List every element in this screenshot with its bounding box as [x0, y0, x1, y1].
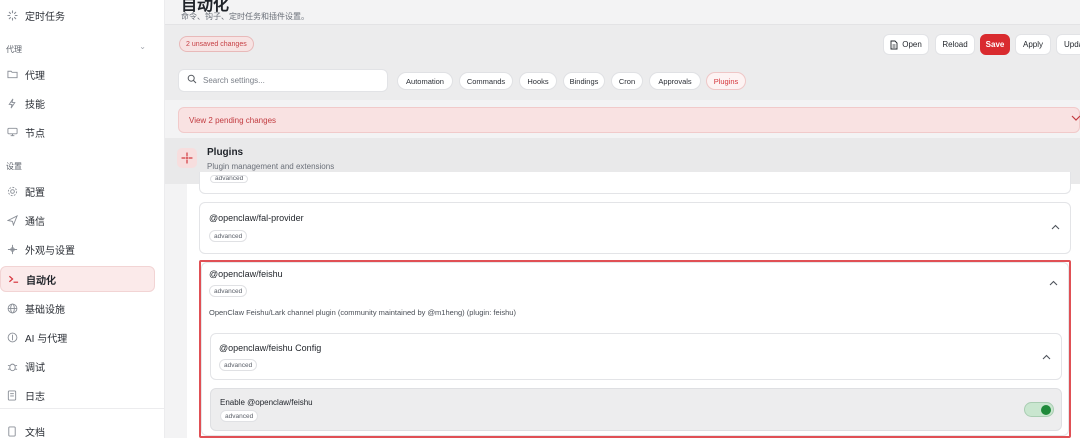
sidebar-item-ai-agents[interactable]: AI 与代理 — [0, 324, 165, 350]
toolbar: 2 unsaved changes Open Reload Save Apply… — [165, 24, 1080, 100]
lightning-icon — [6, 97, 18, 109]
pending-changes-label: View 2 pending changes — [189, 115, 277, 125]
main-panel: 自动化 命令、钩子、定时任务和插件设置。 2 unsaved changes O… — [165, 0, 1080, 438]
gear-icon — [6, 185, 18, 197]
section-subtitle: Plugin management and extensions — [207, 162, 335, 171]
monitor-icon — [6, 126, 18, 138]
sidebar-item-nodes[interactable]: 节点 — [0, 119, 165, 145]
sidebar-section-settings: 设置 — [6, 162, 22, 171]
terminal-icon — [7, 273, 19, 285]
advanced-badge: advanced — [210, 175, 249, 183]
sidebar-item-infrastructure[interactable]: 基础设施 — [0, 295, 165, 321]
sidebar-item-debug[interactable]: 调试 — [0, 353, 165, 379]
section-title: Plugins — [207, 147, 244, 158]
file-icon — [890, 40, 898, 50]
sidebar-item-label: 通信 — [25, 216, 45, 228]
loader-icon — [6, 9, 18, 21]
search-placeholder: Search settings... — [203, 76, 265, 85]
sidebar-item-communication[interactable]: 通信 — [0, 207, 165, 233]
sidebar-item-logs[interactable]: 日志 — [0, 382, 165, 408]
reload-button[interactable]: Reload — [935, 34, 975, 55]
search-input[interactable]: Search settings... — [178, 69, 388, 92]
sidebar-item-label: 节点 — [25, 128, 45, 140]
sidebar-item-label: 文档 — [25, 427, 45, 438]
update-button[interactable]: Update — [1056, 34, 1080, 55]
app-window: 定时任务 代理 ⌄ 代理 技能 节点 设置 配置 通信 外观与设置 自动化 基础… — [0, 0, 1080, 438]
open-button[interactable]: Open — [883, 34, 929, 55]
open-button-label: Open — [902, 40, 922, 49]
sidebar-item-docs[interactable]: 文档 — [0, 418, 165, 438]
plug-icon — [177, 148, 197, 168]
sparkle-icon — [6, 243, 18, 255]
send-icon — [6, 214, 18, 226]
sidebar-item-label: 日志 — [25, 391, 45, 403]
sidebar-item-cron[interactable]: 定时任务 — [0, 2, 165, 28]
sidebar-item-skills[interactable]: 技能 — [0, 90, 165, 116]
sidebar-item-label: 自动化 — [26, 275, 56, 287]
page-subtitle: 命令、钩子、定时任务和插件设置。 — [181, 12, 309, 21]
sidebar-item-appearance[interactable]: 外观与设置 — [0, 236, 165, 262]
sidebar-item-label: 配置 — [25, 187, 45, 199]
tab-approvals[interactable]: Approvals — [649, 72, 701, 90]
sidebar-divider — [0, 408, 165, 409]
globe-icon — [6, 302, 18, 314]
sidebar-item-agents[interactable]: 代理 — [0, 61, 165, 87]
sidebar-item-label: 代理 — [25, 70, 45, 82]
log-icon — [6, 389, 18, 401]
selection-highlight — [199, 260, 1071, 438]
tab-hooks[interactable]: Hooks — [519, 72, 557, 90]
chevron-down-icon — [1071, 114, 1080, 125]
apply-button[interactable]: Apply — [1015, 34, 1051, 55]
tab-plugins[interactable]: Plugins — [706, 72, 746, 90]
tab-cron[interactable]: Cron — [611, 72, 643, 90]
sidebar-item-label: 技能 — [25, 99, 45, 111]
sidebar: 定时任务 代理 ⌄ 代理 技能 节点 设置 配置 通信 外观与设置 自动化 基础… — [0, 0, 165, 438]
plugin-card-previous[interactable]: advanced — [199, 172, 1071, 194]
sidebar-item-label: 外观与设置 — [25, 245, 75, 257]
save-button[interactable]: Save — [980, 34, 1010, 55]
chevron-up-icon[interactable] — [1051, 222, 1060, 233]
advanced-badge: advanced — [209, 230, 248, 242]
pending-changes-bar[interactable]: View 2 pending changes — [178, 107, 1080, 133]
sidebar-section-agents: 代理 — [6, 45, 22, 54]
sidebar-item-config[interactable]: 配置 — [0, 178, 165, 204]
tab-automation[interactable]: Automation — [397, 72, 453, 90]
book-icon — [6, 425, 18, 437]
plugin-card-fal-provider[interactable]: @openclaw/fal-provider advanced — [199, 202, 1071, 254]
folder-icon — [6, 68, 18, 80]
robot-icon — [6, 331, 18, 343]
sidebar-item-label: AI 与代理 — [25, 333, 68, 345]
tab-commands[interactable]: Commands — [459, 72, 513, 90]
sidebar-item-label: 调试 — [25, 362, 45, 374]
sidebar-item-label: 基础设施 — [25, 304, 65, 316]
bug-icon — [6, 360, 18, 372]
search-icon — [187, 74, 197, 87]
unsaved-changes-badge: 2 unsaved changes — [179, 36, 254, 52]
plugin-name: @openclaw/fal-provider — [209, 213, 304, 223]
tab-bindings[interactable]: Bindings — [563, 72, 605, 90]
sidebar-item-automation[interactable]: 自动化 — [0, 266, 155, 292]
sidebar-item-label: 定时任务 — [25, 11, 65, 23]
chevron-down-icon[interactable]: ⌄ — [139, 42, 146, 51]
